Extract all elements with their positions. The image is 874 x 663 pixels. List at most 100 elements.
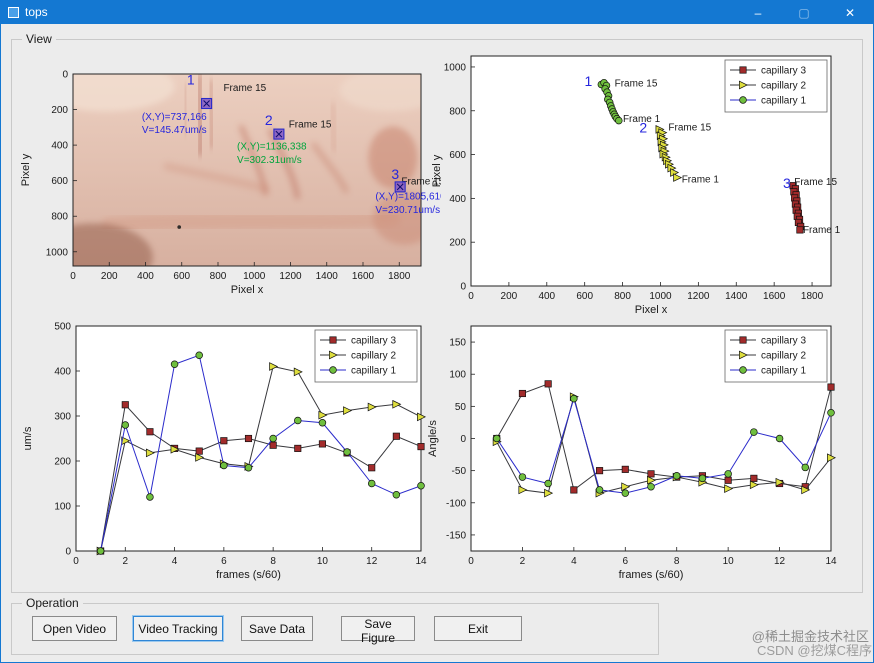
- svg-text:1800: 1800: [801, 291, 824, 302]
- svg-text:200: 200: [501, 291, 518, 302]
- svg-text:400: 400: [54, 367, 71, 378]
- svg-text:1200: 1200: [279, 271, 302, 282]
- legend: capillary 3 capillary 2 capillary 1: [315, 330, 417, 382]
- svg-text:Frame 15: Frame 15: [794, 177, 837, 188]
- svg-text:50: 50: [455, 402, 467, 413]
- svg-text:2: 2: [265, 112, 273, 128]
- svg-text:Angle/s: Angle/s: [427, 420, 439, 457]
- chart-speed: 024681012140100200300400500frames (s/60)…: [11, 311, 441, 586]
- svg-text:-150: -150: [446, 530, 466, 541]
- chart-svg-angle: 02468101214-150-100-50050100150frames (s…: [426, 311, 871, 586]
- svg-text:0: 0: [468, 291, 474, 302]
- svg-text:2: 2: [639, 120, 647, 136]
- svg-text:1600: 1600: [352, 271, 375, 282]
- save-data-button[interactable]: Save Data: [241, 616, 313, 641]
- svg-text:6: 6: [623, 556, 629, 567]
- svg-text:10: 10: [317, 556, 329, 567]
- app-window: tops – ▢ ✕ View 020040060080010001200140…: [0, 0, 874, 663]
- view-panel-label: View: [22, 32, 56, 46]
- app-icon: [8, 7, 19, 18]
- svg-text:1: 1: [584, 73, 592, 89]
- svg-text:-50: -50: [452, 466, 467, 477]
- svg-text:4: 4: [172, 556, 178, 567]
- legend: capillary 3capillary 2capillary 1: [725, 330, 827, 382]
- svg-text:800: 800: [614, 291, 631, 302]
- svg-text:800: 800: [51, 212, 68, 223]
- svg-text:3: 3: [783, 175, 791, 191]
- svg-text:Pixel x: Pixel x: [231, 284, 264, 296]
- svg-text:Frame 15: Frame 15: [668, 122, 711, 133]
- open-video-button[interactable]: Open Video: [32, 616, 117, 641]
- video-tracking-button[interactable]: Video Tracking: [133, 616, 223, 641]
- svg-text:(X,Y)=1136,338: (X,Y)=1136,338: [237, 142, 307, 153]
- maximize-icon[interactable]: ▢: [781, 1, 827, 24]
- close-icon[interactable]: ✕: [827, 1, 873, 24]
- operation-panel: Operation Open Video Video Tracking Save…: [11, 603, 659, 655]
- svg-text:capillary 3: capillary 3: [761, 66, 806, 77]
- svg-text:capillary 3: capillary 3: [761, 336, 806, 347]
- title-bar[interactable]: tops – ▢ ✕: [1, 1, 873, 24]
- svg-text:200: 200: [54, 457, 71, 468]
- svg-text:400: 400: [538, 291, 555, 302]
- svg-text:-100: -100: [446, 498, 466, 509]
- svg-text:14: 14: [825, 556, 837, 567]
- svg-text:um/s: um/s: [22, 426, 34, 450]
- svg-text:0: 0: [468, 556, 474, 567]
- chart-angle: 02468101214-150-100-50050100150frames (s…: [426, 311, 871, 586]
- watermark-juejin: @稀土掘金技术社区: [752, 626, 869, 645]
- svg-text:300: 300: [54, 412, 71, 423]
- svg-text:Frame 15: Frame 15: [615, 79, 658, 90]
- svg-text:frames (s/60): frames (s/60): [619, 569, 684, 581]
- svg-text:400: 400: [137, 271, 154, 282]
- save-figure-button[interactable]: Save Figure: [341, 616, 415, 641]
- svg-text:600: 600: [51, 176, 68, 187]
- window-title: tops: [25, 1, 48, 24]
- chart-svg-trajectories: 0200400600800100012001400160018000200400…: [426, 34, 871, 332]
- svg-text:12: 12: [774, 556, 786, 567]
- minimize-icon[interactable]: –: [735, 1, 781, 24]
- svg-text:400: 400: [51, 141, 68, 152]
- svg-text:10: 10: [723, 556, 735, 567]
- svg-text:800: 800: [210, 271, 227, 282]
- svg-text:0: 0: [62, 70, 68, 81]
- svg-text:1000: 1000: [444, 62, 467, 73]
- svg-text:3: 3: [391, 166, 399, 182]
- svg-text:2: 2: [123, 556, 129, 567]
- svg-text:Frame 1: Frame 1: [803, 225, 841, 236]
- svg-text:0: 0: [73, 556, 79, 567]
- svg-text:V=302.31um/s: V=302.31um/s: [237, 155, 302, 166]
- svg-text:8: 8: [674, 556, 680, 567]
- chart-svg-speed: 024681012140100200300400500frames (s/60)…: [11, 311, 441, 586]
- exit-button[interactable]: Exit: [434, 616, 522, 641]
- svg-text:200: 200: [101, 271, 118, 282]
- svg-text:400: 400: [449, 194, 466, 205]
- svg-text:Frame 15: Frame 15: [289, 120, 332, 131]
- svg-text:capillary 1: capillary 1: [761, 96, 806, 107]
- svg-text:6: 6: [221, 556, 227, 567]
- svg-text:1800: 1800: [388, 271, 411, 282]
- svg-text:1000: 1000: [243, 271, 266, 282]
- chart-trajectories: 0200400600800100012001400160018000200400…: [426, 34, 871, 332]
- svg-text:capillary 2: capillary 2: [351, 351, 396, 362]
- svg-text:capillary 2: capillary 2: [761, 81, 806, 92]
- svg-text:600: 600: [576, 291, 593, 302]
- svg-text:1000: 1000: [46, 247, 69, 258]
- svg-text:150: 150: [449, 338, 466, 349]
- svg-text:1: 1: [187, 72, 195, 88]
- svg-text:1200: 1200: [687, 291, 710, 302]
- svg-text:0: 0: [65, 547, 71, 558]
- svg-text:capillary 1: capillary 1: [351, 366, 396, 377]
- svg-text:Pixel y: Pixel y: [20, 153, 32, 186]
- svg-text:frames (s/60): frames (s/60): [216, 569, 281, 581]
- svg-text:Pixel y: Pixel y: [431, 154, 443, 187]
- svg-text:8: 8: [270, 556, 276, 567]
- svg-text:capillary 3: capillary 3: [351, 336, 396, 347]
- track-point-marker: [274, 129, 284, 139]
- svg-text:1600: 1600: [763, 291, 786, 302]
- svg-text:capillary 2: capillary 2: [761, 351, 806, 362]
- chart-tracking-image: 0200400600800100012001400160018000200400…: [11, 46, 441, 301]
- svg-text:200: 200: [51, 105, 68, 116]
- svg-text:Frame 15: Frame 15: [223, 83, 266, 94]
- svg-text:600: 600: [173, 271, 190, 282]
- svg-text:12: 12: [366, 556, 378, 567]
